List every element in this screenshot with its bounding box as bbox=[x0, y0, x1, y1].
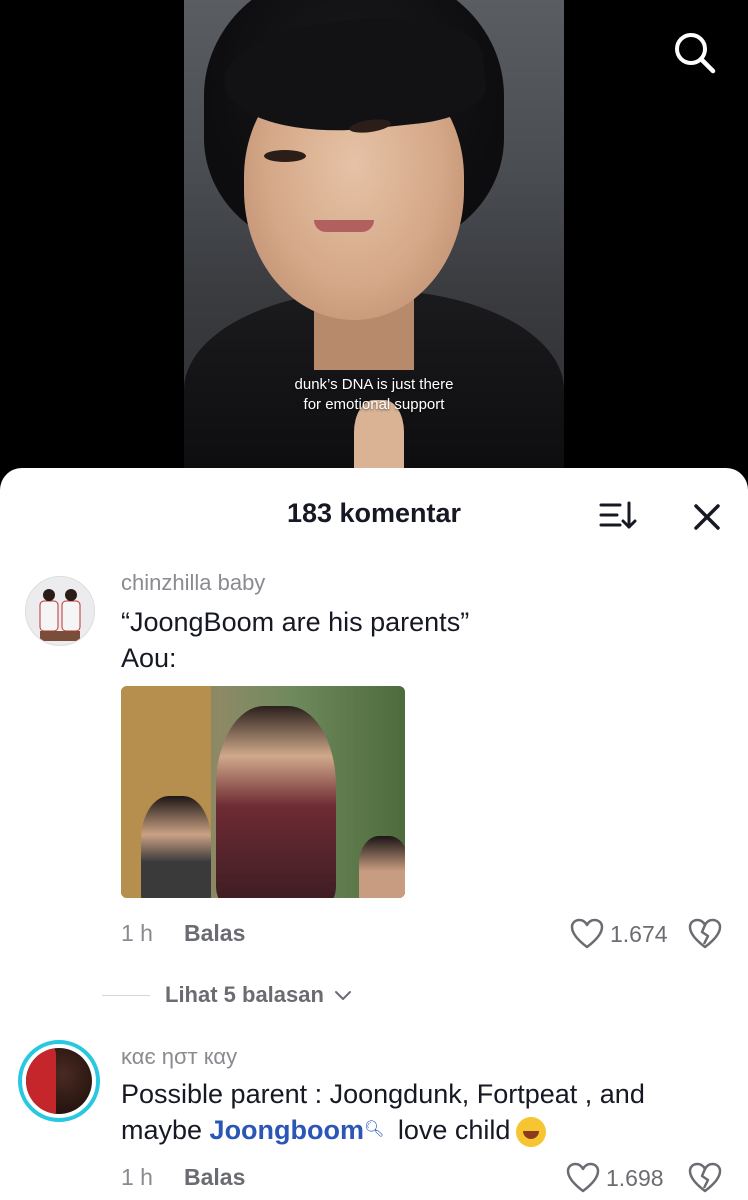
comment-2-time: 1 h bbox=[121, 1164, 153, 1190]
video-caption-line-1: dunk’s DNA is just there bbox=[294, 376, 454, 393]
laughing-emoji-icon bbox=[516, 1116, 547, 1147]
comment-1-username[interactable]: chinzhilla baby bbox=[121, 570, 265, 596]
search-icon bbox=[675, 33, 716, 74]
video-caption-line-2: for emotional support bbox=[303, 396, 445, 413]
avatar-photo bbox=[26, 577, 94, 645]
comments-sheet: 183 komentar chinzhilla baby “JoongBoom … bbox=[0, 468, 748, 1200]
close-icon bbox=[694, 504, 720, 530]
comment-2-username[interactable]: καє ησт кαу bbox=[121, 1044, 237, 1070]
close-button[interactable] bbox=[690, 500, 724, 534]
comment-2-like-button[interactable]: 1.698 bbox=[566, 1162, 664, 1194]
comment-1-text-line-1: “JoongBoom are his parents” bbox=[121, 607, 470, 637]
broken-heart-icon bbox=[688, 1162, 722, 1193]
video-caption: dunk’s DNA is just there for emotional s… bbox=[184, 375, 564, 415]
comment-2-dislike-button[interactable] bbox=[688, 1162, 722, 1194]
heart-icon bbox=[570, 918, 604, 949]
comment-1-text: “JoongBoom are his parents” Aou: bbox=[121, 604, 469, 676]
comment-1-text-line-2: Aou: bbox=[121, 643, 177, 673]
video-frame[interactable]: dunk’s DNA is just there for emotional s… bbox=[184, 0, 564, 480]
video-subject-left-eye bbox=[264, 150, 306, 162]
comment-2-text-line-1: Possible parent : Joongdunk, Fortpeat , … bbox=[121, 1079, 645, 1109]
sort-icon bbox=[599, 501, 637, 529]
comment-2-text-suffix: love child bbox=[390, 1115, 511, 1145]
video-subject-mouth bbox=[314, 220, 374, 232]
video-player[interactable]: dunk’s DNA is just there for emotional s… bbox=[0, 0, 748, 480]
comment-2-text-prefix: maybe bbox=[121, 1115, 210, 1145]
search-button[interactable] bbox=[670, 28, 718, 76]
comment-2-avatar[interactable] bbox=[18, 1040, 100, 1122]
mention-search-icon[interactable]: 🔍︎ bbox=[364, 1112, 384, 1148]
heart-icon bbox=[566, 1162, 600, 1193]
avatar-hair bbox=[26, 1048, 56, 1114]
image-person-center bbox=[216, 706, 336, 898]
view-replies-button[interactable]: Lihat 5 balasan bbox=[165, 982, 352, 1008]
replies-divider bbox=[102, 995, 150, 996]
image-person-left bbox=[141, 796, 211, 898]
comment-1-like-count: 1.674 bbox=[610, 920, 668, 947]
chevron-down-icon bbox=[335, 991, 352, 1000]
comment-1-avatar[interactable] bbox=[25, 576, 95, 646]
comment-2-text-line-2: maybe Joongboom🔍︎ love child bbox=[121, 1112, 645, 1148]
comment-1-dislike-button[interactable] bbox=[688, 918, 722, 950]
comment-2-like-count: 1.698 bbox=[606, 1164, 664, 1191]
avatar-photo bbox=[26, 1048, 92, 1114]
comment-1-like-button[interactable]: 1.674 bbox=[570, 918, 668, 950]
broken-heart-icon bbox=[688, 918, 722, 949]
comment-1-reply-button[interactable]: Balas bbox=[184, 920, 245, 947]
comment-1-attached-image[interactable] bbox=[121, 686, 405, 898]
image-person-right bbox=[359, 836, 405, 898]
mention-link[interactable]: Joongboom bbox=[210, 1115, 364, 1145]
sort-button[interactable] bbox=[598, 498, 638, 532]
comment-2-reply-button[interactable]: Balas bbox=[184, 1164, 245, 1191]
comment-1-time: 1 h bbox=[121, 920, 153, 946]
view-replies-label: Lihat 5 balasan bbox=[165, 982, 324, 1007]
comment-2-text: Possible parent : Joongdunk, Fortpeat , … bbox=[121, 1076, 645, 1148]
